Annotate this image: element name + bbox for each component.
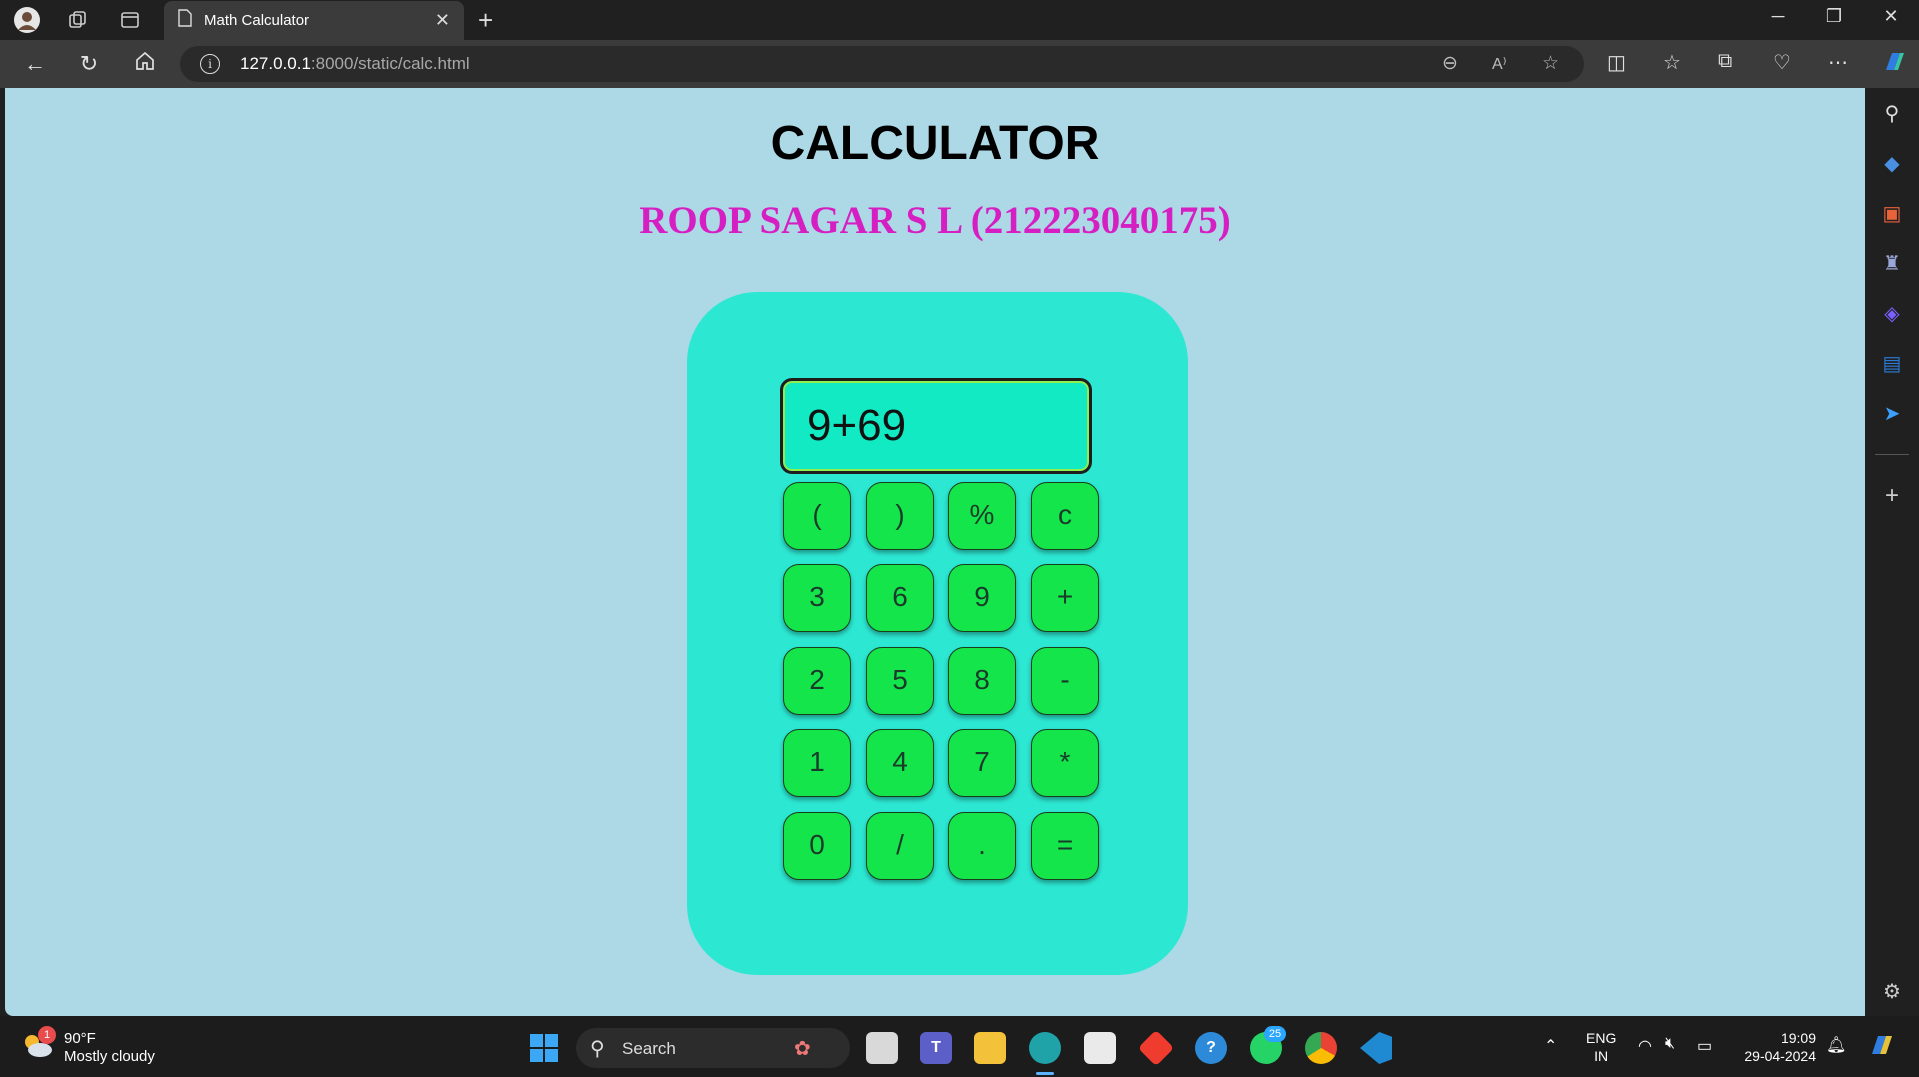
sidebar-add-icon[interactable]: +: [1878, 482, 1906, 510]
tab-math-calculator[interactable]: Math Calculator ✕: [164, 1, 464, 40]
sidebar-copilot-icon[interactable]: ◈: [1878, 300, 1906, 328]
weather-desc: Mostly cloudy: [64, 1048, 155, 1065]
sidebar-divider: [1875, 454, 1909, 455]
calculator-body: 9+69 ( ) % c 3 6 9 + 2 5 8 - 1 4 7 * 0 /…: [687, 292, 1188, 975]
vscode-icon[interactable]: [1360, 1032, 1392, 1064]
read-aloud-icon[interactable]: A⁾: [1492, 54, 1507, 74]
key-percent[interactable]: %: [948, 482, 1016, 550]
close-window-icon[interactable]: ✕: [1871, 6, 1911, 27]
key-9[interactable]: 9: [948, 564, 1016, 632]
sidebar-tools-icon[interactable]: ▣: [1878, 200, 1906, 228]
lang-code: ENG: [1586, 1030, 1617, 1046]
clock-date: 29-04-2024: [1744, 1048, 1816, 1064]
edge-sidebar: ⚲ ◆ ▣ ♜ ◈ ▤ ➤ + ⚙: [1865, 88, 1919, 1016]
tab-title: Math Calculator: [204, 12, 310, 29]
key-decimal[interactable]: .: [948, 812, 1016, 880]
browser-essentials-icon[interactable]: ♡: [1773, 50, 1791, 75]
search-highlight-icon: ✿: [794, 1038, 811, 1060]
more-menu-icon[interactable]: ⋯: [1828, 50, 1848, 75]
minimize-icon[interactable]: ─: [1758, 6, 1798, 27]
sidebar-send-icon[interactable]: ➤: [1878, 400, 1906, 428]
key-clear[interactable]: c: [1031, 482, 1099, 550]
sidebar-search-icon[interactable]: ⚲: [1878, 100, 1906, 128]
split-screen-icon[interactable]: ◫: [1607, 50, 1626, 75]
address-bar-row: ← ↻ i 127.0.0.1:8000/static/calc.html ⊖ …: [0, 40, 1919, 88]
browser-title-bar: Math Calculator ✕ + ─ ❐ ✕: [0, 0, 1919, 40]
key-8[interactable]: 8: [948, 647, 1016, 715]
page-title: CALCULATOR: [770, 117, 1100, 170]
vertical-tabs-icon[interactable]: [116, 6, 144, 34]
key-3[interactable]: 3: [783, 564, 851, 632]
weather-temp: 90°F: [64, 1030, 96, 1047]
key-close-paren[interactable]: ): [866, 482, 934, 550]
key-minus[interactable]: -: [1031, 647, 1099, 715]
clock[interactable]: 19:09 29-04-2024: [1736, 1029, 1816, 1065]
sidebar-settings-icon[interactable]: ⚙: [1878, 978, 1906, 1006]
key-0[interactable]: 0: [783, 812, 851, 880]
url-text[interactable]: 127.0.0.1:8000/static/calc.html: [240, 54, 470, 74]
refresh-icon[interactable]: ↻: [74, 50, 104, 78]
key-plus[interactable]: +: [1031, 564, 1099, 632]
key-2[interactable]: 2: [783, 647, 851, 715]
copilot-icon[interactable]: [1880, 48, 1908, 82]
file-explorer-icon[interactable]: [974, 1032, 1006, 1064]
volume-muted-icon[interactable]: 🔇︎: [1665, 1035, 1675, 1053]
collections-icon[interactable]: ⧉: [1718, 50, 1732, 73]
windows-start-icon[interactable]: [528, 1032, 560, 1064]
key-1[interactable]: 1: [783, 729, 851, 797]
home-icon[interactable]: [130, 50, 160, 78]
key-6[interactable]: 6: [866, 564, 934, 632]
key-equals[interactable]: =: [1031, 812, 1099, 880]
lang-region: IN: [1594, 1048, 1609, 1064]
search-label: Search: [622, 1039, 676, 1058]
language-indicator[interactable]: ENG IN: [1586, 1029, 1616, 1065]
calculator-display[interactable]: 9+69: [780, 378, 1092, 474]
page-viewport: CALCULATOR ROOP SAGAR S L (212223040175)…: [5, 88, 1865, 1016]
git-icon[interactable]: [1137, 1029, 1175, 1067]
sidebar-shopping-icon[interactable]: ◆: [1878, 150, 1906, 178]
taskbar-search[interactable]: ⚲ Search ✿: [576, 1028, 850, 1068]
key-open-paren[interactable]: (: [783, 482, 851, 550]
workspaces-icon[interactable]: [63, 6, 91, 34]
address-bar[interactable]: i 127.0.0.1:8000/static/calc.html ⊖ A⁾ ☆: [180, 46, 1584, 82]
author-subtitle: ROOP SAGAR S L (212223040175): [639, 199, 1231, 242]
key-5[interactable]: 5: [866, 647, 934, 715]
teams-icon[interactable]: T: [920, 1032, 952, 1064]
zoom-out-icon[interactable]: ⊖: [1442, 52, 1458, 75]
new-tab-icon[interactable]: +: [478, 5, 493, 36]
edge-browser-icon[interactable]: [1029, 1032, 1061, 1064]
edge-active-indicator: [1036, 1072, 1054, 1075]
chrome-icon[interactable]: [1305, 1032, 1337, 1064]
back-icon[interactable]: ←: [20, 50, 50, 78]
site-info-icon[interactable]: i: [200, 54, 220, 74]
whatsapp-badge: 25: [1264, 1026, 1286, 1042]
wifi-icon[interactable]: ◠: [1638, 1036, 1652, 1056]
notification-bell-icon[interactable]: 🔔︎: [1826, 1035, 1846, 1055]
close-tab-icon[interactable]: ✕: [435, 10, 450, 31]
favorite-star-icon[interactable]: ☆: [1542, 52, 1559, 75]
battery-icon[interactable]: ▭: [1697, 1036, 1712, 1056]
key-7[interactable]: 7: [948, 729, 1016, 797]
search-icon: ⚲: [590, 1038, 605, 1060]
task-view-icon[interactable]: [866, 1032, 898, 1064]
favorites-icon[interactable]: ☆: [1663, 50, 1681, 75]
key-multiply[interactable]: *: [1031, 729, 1099, 797]
microsoft-store-icon[interactable]: [1084, 1032, 1116, 1064]
weather-badge: 1: [38, 1026, 56, 1044]
key-4[interactable]: 4: [866, 729, 934, 797]
help-icon[interactable]: ?: [1195, 1032, 1227, 1064]
sidebar-games-icon[interactable]: ♜: [1878, 250, 1906, 278]
show-hidden-icons[interactable]: ⌃: [1544, 1036, 1557, 1056]
page-icon: [178, 9, 192, 32]
windows-taskbar: 1 90°F Mostly cloudy ⚲ Search ✿ T ? 25 ⌃…: [0, 1016, 1919, 1077]
copilot-taskbar-icon[interactable]: [1866, 1030, 1896, 1063]
sidebar-outlook-icon[interactable]: ▤: [1878, 350, 1906, 378]
profile-avatar-icon[interactable]: [13, 6, 41, 34]
weather-text[interactable]: 90°F Mostly cloudy: [64, 1030, 155, 1066]
key-divide[interactable]: /: [866, 812, 934, 880]
clock-time: 19:09: [1780, 1030, 1816, 1046]
restore-icon[interactable]: ❐: [1814, 6, 1854, 27]
